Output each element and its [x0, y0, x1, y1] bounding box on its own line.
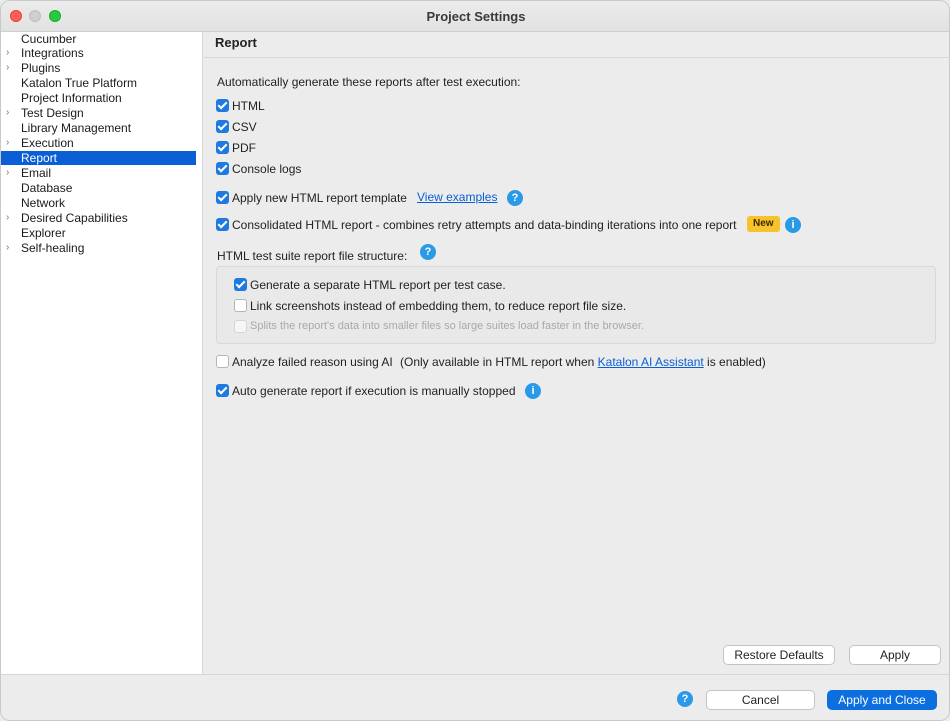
sidebar-item-label: Project Information: [21, 91, 122, 105]
ai-note-suffix: is enabled): [703, 355, 766, 369]
split-report-data-checkbox: [234, 320, 247, 333]
sidebar-item-katalon-true-platform[interactable]: Katalon True Platform: [1, 76, 196, 90]
report-structure-group: Generate a separate HTML report per test…: [216, 266, 936, 344]
cancel-button[interactable]: Cancel: [706, 690, 815, 710]
sidebar-item-network[interactable]: Network: [1, 196, 196, 210]
sidebar-item-database[interactable]: Database: [1, 181, 196, 195]
separate-report-per-test-label[interactable]: Generate a separate HTML report per test…: [250, 278, 506, 292]
help-icon[interactable]: ?: [507, 190, 523, 206]
project-settings-window: Project Settings Cucumber › Integrations…: [0, 0, 950, 721]
csv-report-label[interactable]: CSV: [232, 120, 257, 134]
sidebar-item-label: Test Design: [21, 106, 84, 120]
sidebar-item-label: Library Management: [21, 121, 132, 135]
sidebar-item-cucumber[interactable]: Cucumber: [1, 32, 196, 46]
window-title: Project Settings: [426, 9, 526, 24]
consolidated-report-checkbox[interactable]: [216, 218, 229, 231]
auto-generate-on-stop-checkbox[interactable]: [216, 384, 229, 397]
view-examples-link[interactable]: View examples: [417, 190, 497, 204]
link-screenshots-checkbox[interactable]: [234, 299, 247, 312]
sidebar-item-email[interactable]: › Email: [1, 166, 196, 180]
new-html-template-label[interactable]: Apply new HTML report template: [232, 191, 407, 205]
structure-label: HTML test suite report file structure:: [217, 249, 408, 263]
sidebar-item-project-information[interactable]: Project Information: [1, 91, 196, 105]
html-report-checkbox[interactable]: [216, 99, 229, 112]
chevron-right-icon[interactable]: ›: [6, 243, 14, 253]
report-settings-panel: Report Automatically generate these repo…: [204, 32, 949, 674]
new-badge: New: [747, 216, 780, 232]
analyze-failed-ai-label[interactable]: Analyze failed reason using AI: [232, 355, 393, 369]
sidebar-item-report[interactable]: Report: [1, 151, 196, 165]
split-report-data-label: Splits the report's data into smaller fi…: [250, 320, 645, 332]
ai-availability-note: (Only available in HTML report when Kata…: [400, 355, 766, 369]
sidebar-item-label: Self-healing: [21, 241, 85, 255]
settings-sidebar: Cucumber › Integrations › Plugins Katalo…: [1, 32, 203, 674]
link-screenshots-label[interactable]: Link screenshots instead of embedding th…: [250, 299, 626, 313]
auto-generate-label: Automatically generate these reports aft…: [217, 75, 521, 89]
sidebar-item-label: Katalon True Platform: [21, 76, 138, 90]
analyze-failed-ai-checkbox[interactable]: [216, 355, 229, 368]
dialog-footer: ? Cancel Apply and Close: [1, 674, 949, 720]
katalon-ai-assistant-link[interactable]: Katalon AI Assistant: [598, 355, 704, 369]
sidebar-item-label: Cucumber: [21, 32, 77, 46]
sidebar-item-self-healing[interactable]: › Self-healing: [1, 241, 196, 255]
sidebar-item-plugins[interactable]: › Plugins: [1, 61, 196, 75]
help-icon[interactable]: ?: [677, 691, 693, 707]
new-html-template-checkbox[interactable]: [216, 191, 229, 204]
html-report-label[interactable]: HTML: [232, 99, 265, 113]
sidebar-item-library-management[interactable]: Library Management: [1, 121, 196, 135]
sidebar-item-execution[interactable]: › Execution: [1, 136, 196, 150]
consolidated-report-label[interactable]: Consolidated HTML report - combines retr…: [232, 218, 736, 232]
sidebar-item-label: Database: [21, 181, 73, 195]
help-icon[interactable]: ?: [420, 244, 436, 260]
sidebar-item-label: Plugins: [21, 61, 61, 75]
chevron-right-icon[interactable]: ›: [6, 108, 14, 118]
divider: [204, 57, 949, 58]
sidebar-item-test-design[interactable]: › Test Design: [1, 106, 196, 120]
pdf-report-checkbox[interactable]: [216, 141, 229, 154]
chevron-right-icon[interactable]: ›: [6, 213, 14, 223]
sidebar-item-label: Email: [21, 166, 52, 180]
sidebar-item-explorer[interactable]: Explorer: [1, 226, 196, 240]
restore-defaults-button[interactable]: Restore Defaults: [723, 645, 835, 665]
chevron-right-icon[interactable]: ›: [6, 63, 14, 73]
sidebar-item-label: Integrations: [21, 46, 84, 60]
chevron-right-icon[interactable]: ›: [6, 48, 14, 58]
csv-report-checkbox[interactable]: [216, 120, 229, 133]
info-icon[interactable]: i: [525, 383, 541, 399]
console-logs-checkbox[interactable]: [216, 162, 229, 175]
chevron-right-icon[interactable]: ›: [6, 138, 14, 148]
auto-generate-on-stop-label[interactable]: Auto generate report if execution is man…: [232, 384, 516, 398]
sidebar-item-label: Report: [21, 151, 58, 165]
pdf-report-label[interactable]: PDF: [232, 141, 256, 155]
chevron-right-icon[interactable]: ›: [6, 168, 14, 178]
sidebar-item-integrations[interactable]: › Integrations: [1, 46, 196, 60]
sidebar-item-label: Desired Capabilities: [21, 211, 128, 225]
sidebar-item-label: Execution: [21, 136, 74, 150]
info-icon[interactable]: i: [785, 217, 801, 233]
title-bar: Project Settings: [1, 1, 949, 32]
ai-note-prefix: (Only available in HTML report when: [400, 355, 598, 369]
page-title: Report: [215, 35, 257, 50]
console-logs-label[interactable]: Console logs: [232, 162, 301, 176]
apply-button[interactable]: Apply: [849, 645, 941, 665]
apply-and-close-button[interactable]: Apply and Close: [827, 690, 937, 710]
sidebar-item-desired-capabilities[interactable]: › Desired Capabilities: [1, 211, 196, 225]
separate-report-per-test-checkbox[interactable]: [234, 278, 247, 291]
sidebar-item-label: Network: [21, 196, 66, 210]
sidebar-item-label: Explorer: [21, 226, 66, 240]
